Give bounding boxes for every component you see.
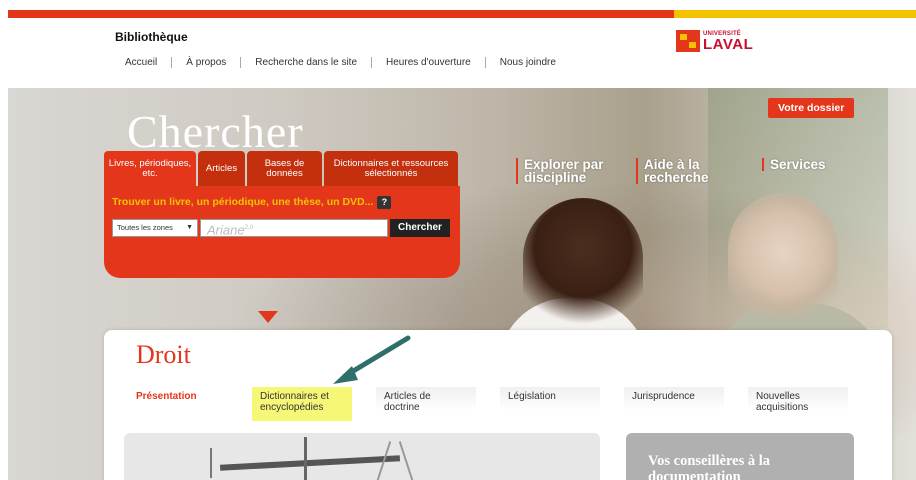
page: Bibliothèque Accueil À propos Recherche … [0, 0, 916, 480]
arrow-icon [333, 335, 411, 384]
